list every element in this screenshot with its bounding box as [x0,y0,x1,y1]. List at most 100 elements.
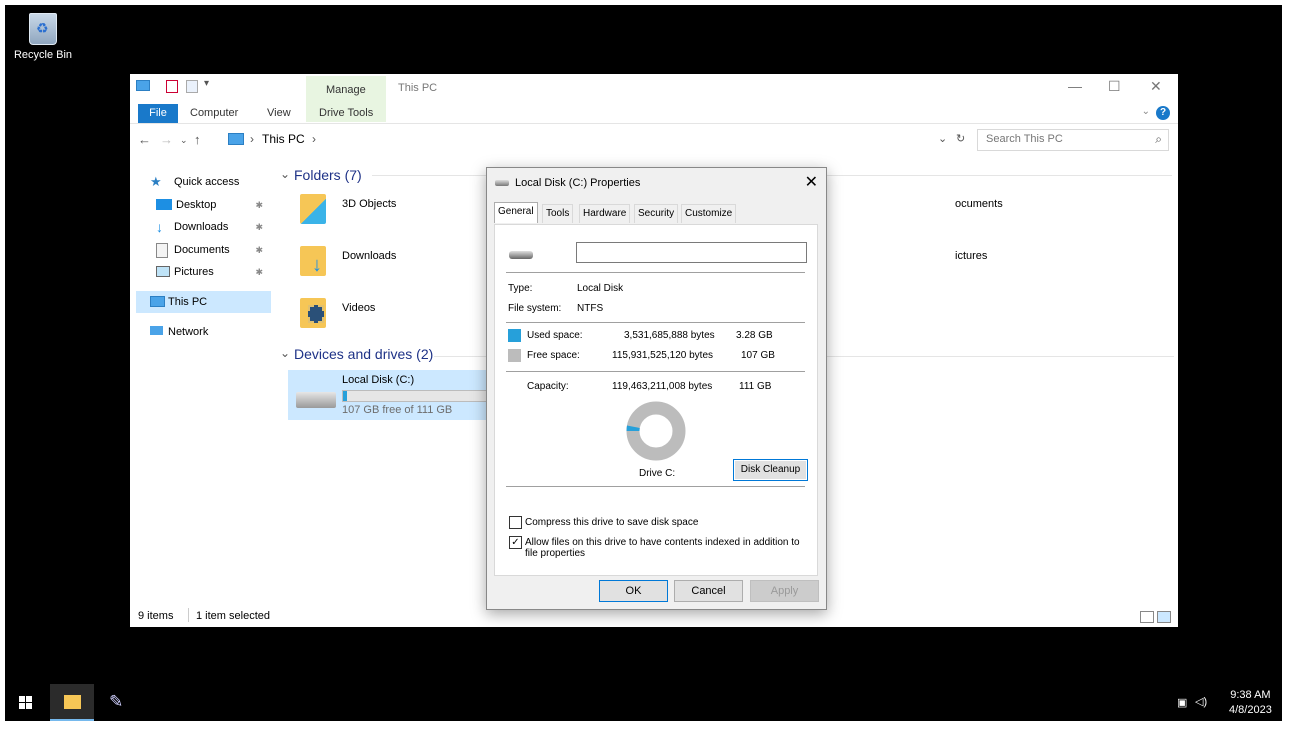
recycle-bin-label: Recycle Bin [13,49,73,61]
breadcrumb-separator: › [250,132,254,146]
disk-cleanup-button[interactable]: Disk Cleanup [733,459,808,481]
clock[interactable]: 9:38 AM 4/8/2023 [1229,688,1272,718]
compress-label[interactable]: Compress this drive to save disk space [525,517,698,528]
capacity-bytes: 119,463,211,008 bytes [612,381,713,392]
nav-downloads[interactable]: ↓ Downloads ✱ [136,216,271,238]
general-panel: Type: Local Disk File system: NTFS Used … [494,224,818,576]
nav-label: Network [168,326,209,338]
forward-arrow-icon[interactable]: → [160,132,173,147]
nav-quick-access[interactable]: ★ Quick access [136,171,271,193]
nav-label: Desktop [176,199,217,211]
compress-checkbox[interactable] [509,516,522,529]
pin-icon[interactable]: ✱ [255,261,263,283]
group-folders[interactable]: Folders (7) [294,167,362,183]
tab-customize[interactable]: Customize [681,204,737,223]
help-icon[interactable]: ? [1156,106,1170,120]
network-icon [150,326,163,335]
pin-icon[interactable]: ✱ [255,194,263,216]
expand-ribbon-icon[interactable]: ⌄ [1142,106,1150,117]
tab-file[interactable]: File [138,104,178,123]
used-space-gb: 3.28 GB [736,330,773,341]
refresh-icon[interactable]: ↻ [956,132,965,145]
network-tray-icon[interactable]: ▣ [1177,696,1187,709]
folder-documents[interactable]: ocuments [955,198,1003,210]
tab-general[interactable]: General [494,202,538,223]
paint-icon: ✎ [109,692,124,711]
address-bar[interactable]: › This PC › [222,129,956,149]
status-divider [188,608,189,622]
tab-view[interactable]: View [267,107,291,119]
nav-this-pc[interactable]: This PC [136,291,271,313]
close-icon[interactable]: ✕ [805,172,818,192]
tab-drive-tools[interactable]: Drive Tools [319,107,373,119]
index-label-line1[interactable]: Allow files on this drive to have conten… [525,537,800,548]
back-arrow-icon[interactable]: ← [138,132,151,147]
nav-label: This PC [168,296,208,308]
taskbar-paint[interactable]: ✎ [97,684,141,721]
maximize-button[interactable]: ☐ [1108,78,1121,95]
filesystem-value: NTFS [577,303,604,314]
drive-usage-donut [626,401,686,461]
search-input[interactable]: Search This PC ⌕ [977,129,1169,151]
drive-usage-bar [342,390,490,402]
folder-videos[interactable]: Videos [342,302,375,314]
computer-icon [228,133,244,145]
free-space-bytes: 115,931,525,120 bytes [612,350,714,361]
close-button[interactable]: ✕ [1150,78,1162,95]
pin-icon[interactable]: ✱ [255,216,263,238]
large-icons-view-icon[interactable] [1157,611,1171,623]
recycle-bin[interactable]: Recycle Bin [13,13,73,61]
address-dropdown-icon[interactable]: ⌄ [938,132,947,145]
taskbar: ✎ ▣ ◁) 9:38 AM 4/8/2023 [5,684,1282,721]
separator [506,371,805,372]
tab-security[interactable]: Security [634,204,679,223]
group-devices-drives[interactable]: Devices and drives (2) [294,346,433,362]
new-folder-icon[interactable] [186,80,198,93]
cancel-button[interactable]: Cancel [674,580,743,602]
tab-tools[interactable]: Tools [542,204,574,223]
separator [506,272,805,273]
clock-time: 9:38 AM [1230,689,1271,701]
manage-label: Manage [326,84,366,96]
nav-pictures[interactable]: Pictures ✱ [136,261,271,283]
ok-button[interactable]: OK [599,580,668,602]
nav-network[interactable]: Network [136,321,271,343]
index-checkbox[interactable]: ✓ [509,536,522,549]
recent-chevron-icon[interactable]: ⌄ [180,135,188,146]
taskbar-file-explorer[interactable] [50,684,94,721]
drive-c-tile[interactable]: Local Disk (C:) 107 GB free of 111 GB [288,370,490,420]
separator [506,322,805,323]
breadcrumb-separator-end: › [312,132,316,146]
apply-button[interactable]: Apply [750,580,819,602]
properties-icon[interactable] [166,80,178,93]
window-title: This PC [398,82,438,94]
document-icon [156,243,168,258]
minimize-button[interactable]: — [1068,78,1082,94]
drive-free-text: 107 GB free of 111 GB [342,404,453,416]
start-windows-icon[interactable] [19,696,32,709]
index-label-line2[interactable]: file properties [525,548,585,559]
used-space-label: Used space: [527,330,583,341]
folder-pictures[interactable]: ictures [955,250,987,262]
tab-hardware[interactable]: Hardware [579,204,631,223]
type-label: Type: [508,283,533,294]
pin-icon[interactable]: ✱ [255,239,263,261]
details-view-icon[interactable] [1140,611,1154,623]
capacity-gb: 111 GB [739,381,772,392]
volume-label-input[interactable] [576,242,807,263]
volume-icon[interactable]: ◁) [1195,695,1207,708]
folder-3d-objects[interactable]: 3D Objects [342,198,396,210]
nav-documents[interactable]: Documents ✱ [136,239,271,261]
folder-downloads[interactable]: Downloads [342,250,396,262]
collapse-chevron-icon[interactable]: ⌄ [280,346,290,360]
up-arrow-icon[interactable]: ↑ [194,132,201,147]
tab-computer[interactable]: Computer [190,107,238,119]
separator [506,486,805,487]
customize-qat-icon[interactable]: ▾ [204,78,218,89]
used-space-bytes: 3,531,685,888 bytes [624,330,715,341]
breadcrumb-this-pc[interactable]: This PC [262,132,305,146]
collapse-chevron-icon[interactable]: ⌄ [280,167,290,181]
navigation-pane: ★ Quick access Desktop ✱ ↓ Downloads ✱ D… [130,164,271,604]
nav-desktop[interactable]: Desktop ✱ [136,194,271,216]
nav-label: Downloads [174,221,229,233]
